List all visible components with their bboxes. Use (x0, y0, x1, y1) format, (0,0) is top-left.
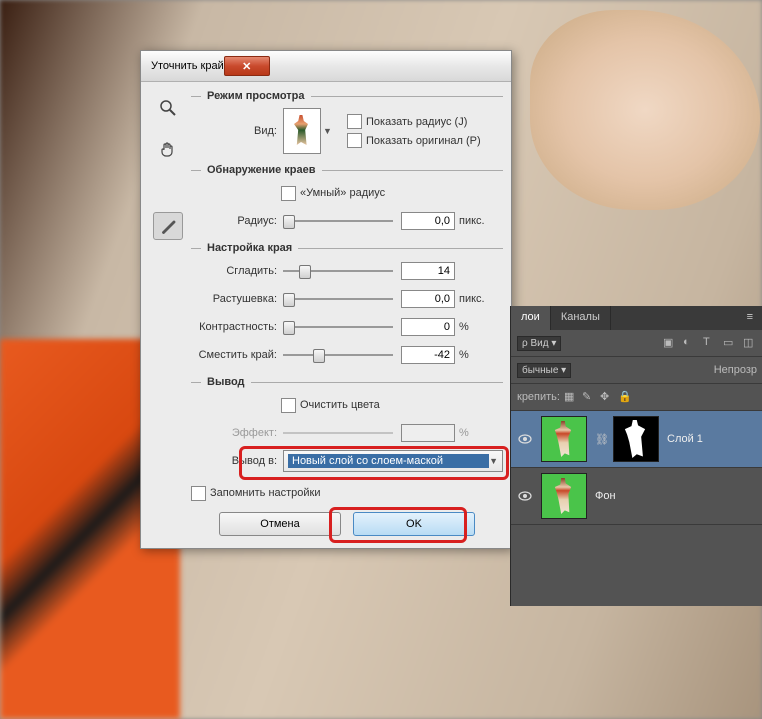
feather-slider[interactable] (283, 290, 393, 308)
tab-channels[interactable]: Каналы (551, 306, 611, 330)
effect-unit: % (459, 427, 469, 439)
view-dropdown-arrow[interactable]: ▼ (323, 126, 337, 136)
feather-label: Растушевка: (191, 293, 283, 305)
effect-slider (283, 424, 393, 442)
smooth-input[interactable] (401, 262, 455, 280)
lock-pixels-icon[interactable]: ▦ (564, 390, 578, 404)
outputto-label: Вывод в: (191, 455, 283, 467)
output-group-header: Вывод (191, 376, 503, 388)
show-original-checkbox[interactable] (347, 133, 362, 148)
remember-checkbox[interactable] (191, 486, 206, 501)
adjust-group-header: Настройка края (191, 242, 503, 254)
cancel-button[interactable]: Отмена (219, 512, 341, 536)
feather-unit: пикс. (459, 293, 485, 305)
show-radius-label[interactable]: Показать радиус (J) (366, 116, 467, 128)
hand-icon (159, 141, 177, 159)
smart-radius-checkbox[interactable] (281, 186, 296, 201)
radius-input[interactable] (401, 212, 455, 230)
shift-slider[interactable] (283, 346, 393, 364)
show-original-label[interactable]: Показать оригинал (P) (366, 135, 481, 147)
radius-label: Радиус: (191, 215, 283, 227)
lock-brush-icon[interactable]: ✎ (582, 390, 596, 404)
layer-name[interactable]: Слой 1 (667, 433, 703, 445)
filter-type-icon[interactable]: T (703, 336, 717, 350)
smart-radius-label[interactable]: «Умный» радиус (300, 187, 385, 199)
remember-label[interactable]: Запомнить настройки (210, 487, 321, 499)
filter-image-icon[interactable]: ▣ (663, 336, 677, 350)
layer-row[interactable]: Фон (511, 468, 762, 525)
lock-all-icon[interactable]: 🔒 (618, 390, 632, 404)
panel-menu-button[interactable]: ≡ (737, 306, 762, 330)
lock-label: крепить: (517, 391, 560, 403)
lock-move-icon[interactable]: ✥ (600, 390, 614, 404)
dialog-title: Уточнить край (151, 60, 224, 72)
decontaminate-checkbox[interactable] (281, 398, 296, 413)
chevron-down-icon: ▼ (489, 456, 498, 466)
preview-group-header: Режим просмотра (191, 90, 503, 102)
link-icon[interactable]: ⛓ (595, 433, 605, 446)
shift-label: Сместить край: (191, 349, 283, 361)
layer-visibility-toggle[interactable] (517, 431, 533, 447)
output-to-select[interactable]: Новый слой со слоем-маской ▼ (283, 450, 503, 472)
contrast-input[interactable] (401, 318, 455, 336)
brush-tool-button[interactable] (153, 212, 183, 240)
smooth-slider[interactable] (283, 262, 393, 280)
shift-input[interactable] (401, 346, 455, 364)
eye-icon (517, 488, 533, 504)
close-icon: ✕ (242, 60, 251, 73)
zoom-tool-button[interactable] (153, 94, 183, 122)
layer-thumbnail[interactable] (541, 473, 587, 519)
layer-thumbnail[interactable] (541, 416, 587, 462)
filter-adjust-icon[interactable]: ◐ (683, 336, 697, 350)
show-radius-checkbox[interactable] (347, 114, 362, 129)
effect-input (401, 424, 455, 442)
hand-tool-button[interactable] (153, 136, 183, 164)
smooth-label: Сгладить: (191, 265, 283, 277)
edge-group-header: Обнаружение краев (191, 164, 503, 176)
effect-label: Эффект: (191, 427, 283, 439)
eye-icon (517, 431, 533, 447)
view-label: Вид: (191, 125, 283, 137)
layer-visibility-toggle[interactable] (517, 488, 533, 504)
ok-button[interactable]: OK (353, 512, 475, 536)
close-button[interactable]: ✕ (224, 56, 270, 76)
contrast-unit: % (459, 321, 469, 333)
layers-panel: лои Каналы ≡ ρ Вид ▾ ▣ ◐ T ▭ ◫ бычные ▾ … (510, 306, 762, 606)
contrast-label: Контрастность: (191, 321, 283, 333)
contrast-slider[interactable] (283, 318, 393, 336)
radius-unit: пикс. (459, 215, 485, 227)
layer-name[interactable]: Фон (595, 490, 616, 502)
mask-thumbnail[interactable] (613, 416, 659, 462)
layer-filter-select[interactable]: ρ Вид ▾ (517, 336, 561, 351)
decontaminate-label[interactable]: Очистить цвета (300, 399, 380, 411)
output-to-selected: Новый слой со слоем-маской (288, 454, 489, 468)
brush-icon (159, 217, 177, 235)
filter-shape-icon[interactable]: ▭ (723, 336, 737, 350)
radius-slider[interactable] (283, 212, 393, 230)
shift-unit: % (459, 349, 469, 361)
tab-layers[interactable]: лои (511, 306, 551, 330)
feather-input[interactable] (401, 290, 455, 308)
search-icon (159, 99, 177, 117)
blend-mode-select[interactable]: бычные ▾ (517, 363, 571, 378)
opacity-label: Непрозр (714, 364, 757, 376)
filter-smart-icon[interactable]: ◫ (743, 336, 757, 350)
view-preview-thumb[interactable] (283, 108, 321, 154)
dialog-titlebar[interactable]: Уточнить край ✕ (141, 51, 511, 82)
layer-row[interactable]: ⛓ Слой 1 (511, 411, 762, 468)
refine-edge-dialog: Уточнить край ✕ Режим просмотра Вид: (140, 50, 512, 549)
